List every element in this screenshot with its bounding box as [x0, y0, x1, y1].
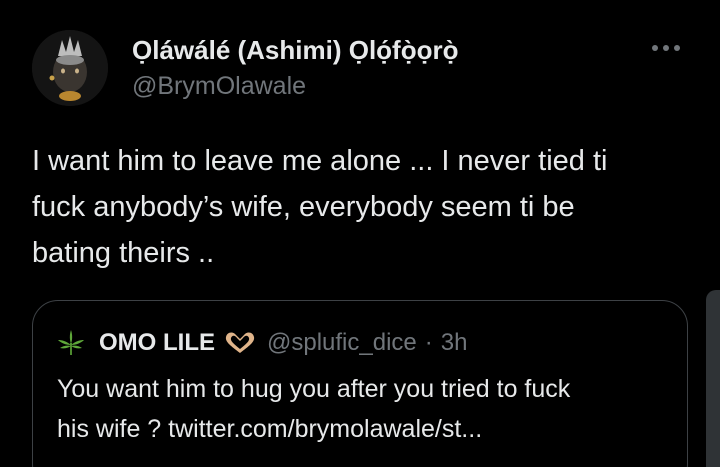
quoted-display-name[interactable]: OMO LILE: [99, 329, 215, 357]
quoted-line: his wife ? twitter.com/brymolawale/st...: [57, 415, 483, 443]
quoted-line: You want him to hug you after you tried …: [57, 375, 571, 403]
author-handle[interactable]: @BrymOlawale: [132, 70, 458, 102]
quoted-tweet-card[interactable]: OMO LILE @splufic_dice · 3h You want him…: [32, 300, 688, 467]
quoted-handle[interactable]: @splufic_dice: [267, 329, 417, 357]
more-button[interactable]: [648, 36, 684, 60]
author-block: Ọláwálé (Ashimi) Ọlọ́fọ̀ọrọ̀ @BrymOlawal…: [132, 34, 458, 102]
separator-dot: ·: [424, 329, 433, 356]
quoted-timestamp[interactable]: 3h: [441, 329, 468, 357]
tweet-line: bating theirs ..: [32, 237, 215, 269]
side-panel-edge: [706, 290, 720, 467]
tweet-view: Ọláwálé (Ashimi) Ọlọ́fọ̀ọrọ̀ @BrymOlawal…: [0, 0, 720, 467]
quoted-tweet-text: You want him to hug you after you tried …: [57, 369, 667, 449]
more-horizontal-icon: [652, 45, 680, 51]
tweet-text: I want him to leave me alone ... I never…: [32, 138, 692, 276]
tweet-line: I want him to leave me alone ... I never…: [32, 145, 608, 177]
heart-hands-icon: [225, 332, 255, 353]
author-display-name[interactable]: Ọláwálé (Ashimi) Ọlọ́fọ̀ọrọ̀: [132, 34, 458, 66]
avatar[interactable]: [32, 30, 108, 106]
quoted-tweet-header: OMO LILE @splufic_dice · 3h: [57, 325, 467, 361]
tweet-header: Ọláwálé (Ashimi) Ọlọ́fọ̀ọrọ̀ @BrymOlawal…: [32, 30, 690, 110]
tweet-line: fuck anybody’s wife, everybody seem ti b…: [32, 191, 575, 223]
leaf-icon: [58, 330, 84, 355]
avatar-image: [32, 30, 108, 106]
